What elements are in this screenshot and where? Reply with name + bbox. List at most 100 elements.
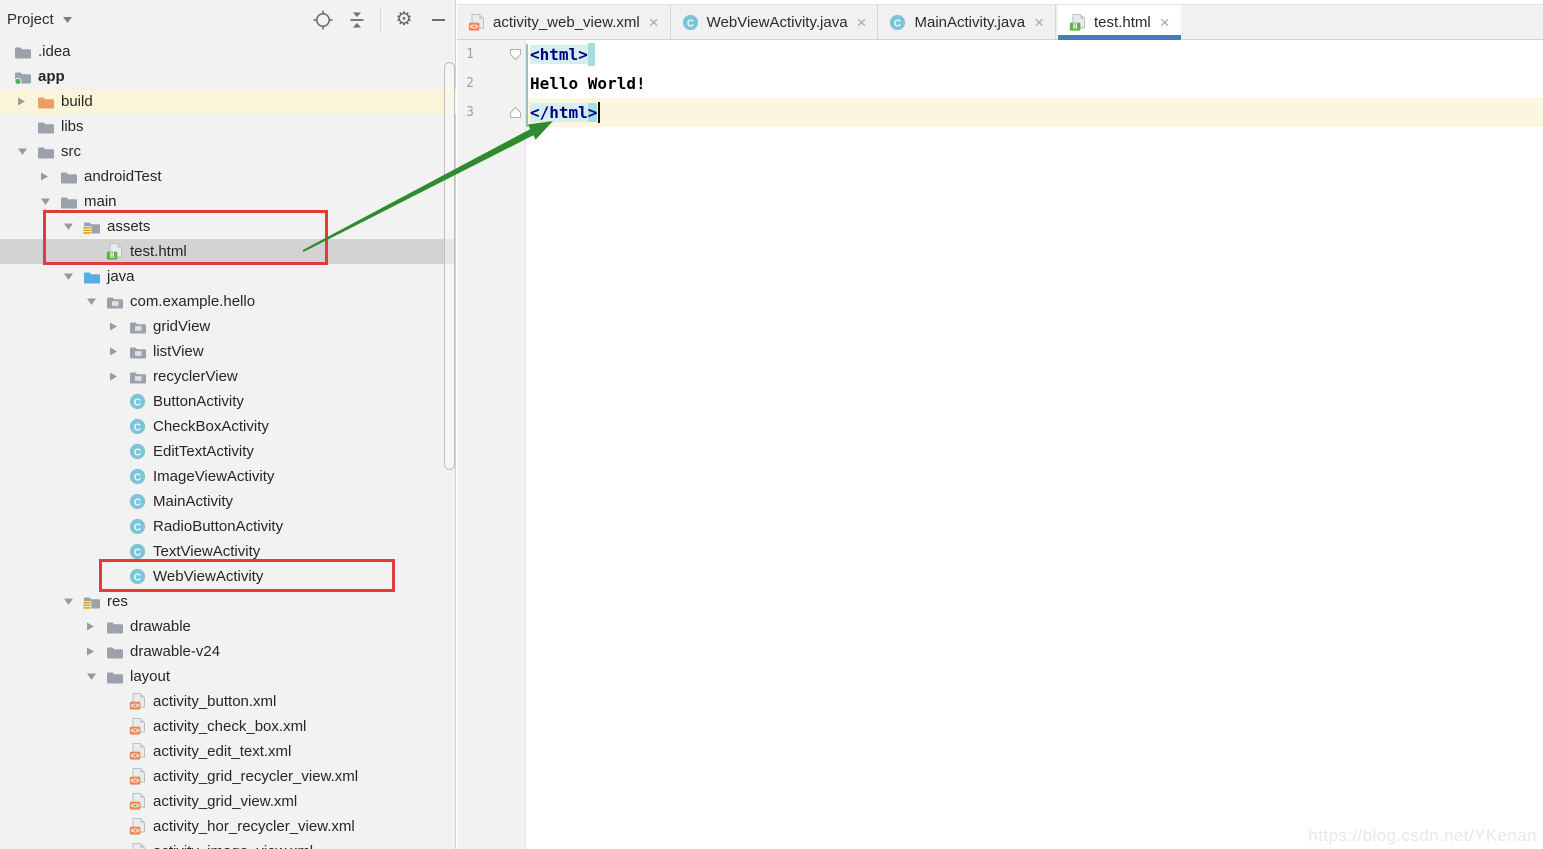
code-line-3[interactable]: </html > xyxy=(530,98,1543,127)
chevron-expanded-icon[interactable] xyxy=(83,672,106,681)
fold-marker-up-icon[interactable] xyxy=(508,105,523,120)
tree-item-MainActivity[interactable]: C MainActivity xyxy=(0,489,456,514)
tree-item-assets[interactable]: assets xyxy=(0,214,456,239)
tree-item-CheckBoxActivity[interactable]: C CheckBoxActivity xyxy=(0,414,456,439)
resource-folder-icon xyxy=(83,593,102,610)
tree-item-layout[interactable]: layout xyxy=(0,664,456,689)
chevron-expanded-icon[interactable] xyxy=(14,147,37,156)
svg-text:<>: <> xyxy=(131,751,141,760)
tree-item-activity_grid_recycler_view.xml[interactable]: <> activity_grid_recycler_view.xml xyxy=(0,764,456,789)
tree-item-res[interactable]: res xyxy=(0,589,456,614)
editor[interactable]: 1 2 3 <html> Hello World! </html > https://bl… xyxy=(457,40,1543,849)
tree-item-label: drawable-v24 xyxy=(130,643,221,660)
tree-item-com.example.hello[interactable]: com.example.hello xyxy=(0,289,456,314)
locate-icon[interactable] xyxy=(312,9,334,31)
tree-item-activity_edit_text.xml[interactable]: <> activity_edit_text.xml xyxy=(0,739,456,764)
tree-item-activity_check_box.xml[interactable]: <> activity_check_box.xml xyxy=(0,714,456,739)
class-icon: C xyxy=(129,443,148,460)
line-number: 1 xyxy=(466,47,474,62)
chevron-expanded-icon[interactable] xyxy=(37,197,60,206)
tab-MainActivity.java[interactable]: C MainActivity.java × xyxy=(878,5,1057,39)
close-icon[interactable]: × xyxy=(1160,14,1170,31)
tree-item-WebViewActivity[interactable]: C WebViewActivity xyxy=(0,564,456,589)
chevron-down-icon[interactable] xyxy=(62,16,73,24)
tree-item-gridView[interactable]: gridView xyxy=(0,314,456,339)
tab-label: test.html xyxy=(1094,13,1151,31)
xml-file-icon: <> xyxy=(468,13,486,31)
class-icon: C xyxy=(129,568,148,585)
chevron-collapsed-icon[interactable] xyxy=(14,96,37,107)
chevron-collapsed-icon[interactable] xyxy=(106,371,129,382)
tab-WebViewActivity.java[interactable]: C WebViewActivity.java × xyxy=(671,5,879,39)
tree-item-activity_grid_view.xml[interactable]: <> activity_grid_view.xml xyxy=(0,789,456,814)
package-folder-icon xyxy=(129,368,148,385)
folder-icon xyxy=(106,668,125,685)
tree-item-label: listView xyxy=(153,343,204,360)
svg-text:C: C xyxy=(134,522,141,533)
chevron-collapsed-icon[interactable] xyxy=(106,321,129,332)
tree-item-label: drawable xyxy=(130,618,191,635)
tag-scope-line xyxy=(526,44,528,127)
panel-title[interactable]: Project xyxy=(7,11,54,28)
tree-item-main[interactable]: main xyxy=(0,189,456,214)
code-line-1[interactable]: <html> xyxy=(530,40,1543,69)
tree-item-listView[interactable]: listView xyxy=(0,339,456,364)
close-icon[interactable]: × xyxy=(649,14,659,31)
tree-item-drawable[interactable]: drawable xyxy=(0,614,456,639)
chevron-collapsed-icon[interactable] xyxy=(106,346,129,357)
chevron-expanded-icon[interactable] xyxy=(60,597,83,606)
tree-item-label: assets xyxy=(107,218,151,235)
collapse-all-icon[interactable] xyxy=(346,9,368,31)
line-number: 3 xyxy=(466,105,474,120)
tab-label: WebViewActivity.java xyxy=(706,13,848,31)
code-area[interactable]: <html> Hello World! </html > xyxy=(530,40,1543,127)
tree-item-libs[interactable]: libs xyxy=(0,114,456,139)
folder-icon xyxy=(60,168,79,185)
svg-text:<>: <> xyxy=(131,801,141,810)
chevron-collapsed-icon[interactable] xyxy=(83,621,106,632)
chevron-expanded-icon[interactable] xyxy=(60,222,83,231)
chevron-collapsed-icon[interactable] xyxy=(37,171,60,182)
folder-icon xyxy=(106,618,125,635)
project-panel: Project ⚙ .idea app build libs src andro… xyxy=(0,0,456,849)
tree-item-recyclerView[interactable]: recyclerView xyxy=(0,364,456,389)
panel-scrollbar[interactable] xyxy=(444,62,455,470)
chevron-expanded-icon[interactable] xyxy=(83,297,106,306)
line-number: 2 xyxy=(466,76,474,91)
class-icon: C xyxy=(682,14,700,31)
tree-item-ImageViewActivity[interactable]: C ImageViewActivity xyxy=(0,464,456,489)
tree-item-build[interactable]: build xyxy=(0,89,456,114)
tree-item-.idea[interactable]: .idea xyxy=(0,39,456,64)
build-folder-icon xyxy=(37,93,56,110)
xml-file-icon: <> xyxy=(129,718,148,735)
tree-item-activity_image_view.xml[interactable]: <> activity_image_view.xml xyxy=(0,839,456,849)
ide-window: Project ⚙ .idea app build libs src andro… xyxy=(0,0,1543,849)
tree-item-activity_button.xml[interactable]: <> activity_button.xml xyxy=(0,689,456,714)
tree-item-ButtonActivity[interactable]: C ButtonActivity xyxy=(0,389,456,414)
tree-item-java[interactable]: java xyxy=(0,264,456,289)
code-line-2[interactable]: Hello World! xyxy=(530,69,1543,98)
tab-test.html[interactable]: Htest.html × xyxy=(1058,5,1181,40)
tree-item-RadioButtonActivity[interactable]: C RadioButtonActivity xyxy=(0,514,456,539)
close-icon[interactable]: × xyxy=(857,14,867,31)
settings-gear-icon[interactable]: ⚙ xyxy=(393,9,415,31)
class-icon: C xyxy=(129,393,148,410)
tree-item-label: activity_hor_recycler_view.xml xyxy=(153,818,355,835)
tree-item-label: com.example.hello xyxy=(130,293,256,310)
tree-item-TextViewActivity[interactable]: C TextViewActivity xyxy=(0,539,456,564)
close-icon[interactable]: × xyxy=(1034,14,1044,31)
tree-item-app[interactable]: app xyxy=(0,64,456,89)
tree-item-androidTest[interactable]: androidTest xyxy=(0,164,456,189)
chevron-collapsed-icon[interactable] xyxy=(83,646,106,657)
tree-item-drawable-v24[interactable]: drawable-v24 xyxy=(0,639,456,664)
tree-item-label: activity_button.xml xyxy=(153,693,277,710)
tree-item-src[interactable]: src xyxy=(0,139,456,164)
tree-item-activity_hor_recycler_view.xml[interactable]: <> activity_hor_recycler_view.xml xyxy=(0,814,456,839)
fold-marker-down-icon[interactable] xyxy=(508,47,523,62)
hide-panel-icon[interactable] xyxy=(427,9,449,31)
tree-item-EditTextActivity[interactable]: C EditTextActivity xyxy=(0,439,456,464)
tab-activity_web_view.xml[interactable]: <> activity_web_view.xml × xyxy=(457,5,671,39)
chevron-expanded-icon[interactable] xyxy=(60,272,83,281)
svg-text:C: C xyxy=(134,497,141,508)
tree-item-test.html[interactable]: Htest.html xyxy=(0,239,456,264)
